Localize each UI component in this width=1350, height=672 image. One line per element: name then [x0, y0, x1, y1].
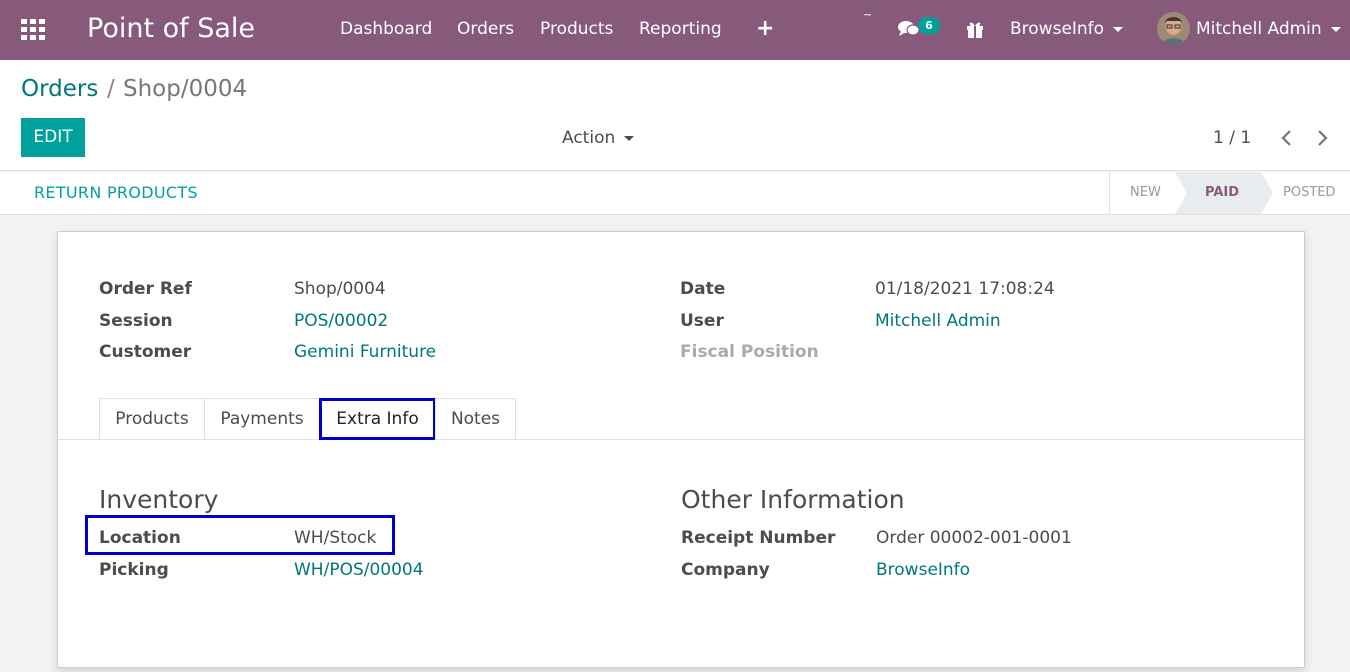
order-ref-value: Shop/0004: [294, 279, 386, 299]
location-highlight-box: [85, 515, 395, 555]
chevron-down-icon: [624, 135, 635, 141]
gift-icon[interactable]: [965, 19, 985, 39]
app-title: Point of Sale: [87, 13, 256, 44]
pager-value[interactable]: 1 / 1: [1213, 128, 1251, 148]
messages-count-badge: 6: [918, 17, 940, 34]
apps-menu-icon[interactable]: [21, 19, 45, 41]
breadcrumb-orders[interactable]: Orders: [21, 76, 98, 102]
user-menu[interactable]: Mitchell Admin: [1196, 19, 1341, 39]
chat-icon[interactable]: [898, 20, 920, 38]
session-link[interactable]: POS/00002: [294, 311, 388, 331]
inventory-heading: Inventory: [99, 485, 219, 514]
status-bar: RETURN PRODUCTS NEW PAID POSTED: [0, 172, 1350, 215]
breadcrumb-current: Shop/0004: [123, 76, 248, 102]
user-label: User: [680, 311, 724, 331]
picking-label: Picking: [99, 560, 169, 580]
picking-link[interactable]: WH/POS/00004: [294, 560, 424, 580]
customer-link[interactable]: Gemini Furniture: [294, 342, 436, 362]
edit-button[interactable]: EDIT: [21, 118, 85, 157]
control-panel: Orders / Shop/0004 EDIT Action 1 / 1: [0, 60, 1350, 171]
company-name: BrowseInfo: [1010, 19, 1105, 39]
menu-orders[interactable]: Orders: [457, 19, 514, 39]
user-link[interactable]: Mitchell Admin: [875, 311, 1001, 331]
status-paid-label: PAID: [1205, 185, 1240, 200]
chevron-down-icon: [1113, 26, 1124, 32]
chevron-left-icon[interactable]: [1278, 129, 1296, 147]
menu-products[interactable]: Products: [540, 19, 613, 39]
avatar[interactable]: [1157, 12, 1190, 45]
form-sheet: Order Ref Shop/0004 Session POS/00002 Cu…: [57, 231, 1305, 668]
fiscal-position-label: Fiscal Position: [680, 342, 819, 362]
chevron-right-icon[interactable]: [1313, 129, 1331, 147]
action-label: Action: [562, 128, 616, 148]
tab-extra-info[interactable]: Extra Info: [319, 398, 436, 440]
company-label: Company: [681, 560, 770, 580]
action-dropdown[interactable]: Action: [562, 128, 635, 148]
return-products-button[interactable]: RETURN PRODUCTS: [34, 183, 198, 202]
menu-reporting[interactable]: Reporting: [639, 19, 722, 39]
company-switcher[interactable]: BrowseInfo: [1010, 19, 1124, 39]
date-label: Date: [680, 279, 726, 299]
plus-icon[interactable]: +: [756, 16, 774, 41]
date-value: 01/18/2021 17:08:24: [875, 279, 1055, 299]
customer-label: Customer: [99, 342, 192, 362]
status-posted: POSTED: [1283, 185, 1336, 200]
menu-dashboard[interactable]: Dashboard: [340, 19, 432, 39]
breadcrumb-separator: /: [107, 76, 115, 102]
company-link[interactable]: BrowseInfo: [876, 560, 970, 580]
other-information-heading: Other Information: [681, 485, 905, 514]
tab-payments[interactable]: Payments: [204, 398, 320, 440]
tab-notes[interactable]: Notes: [435, 398, 516, 440]
session-label: Session: [99, 311, 173, 331]
receipt-number-label: Receipt Number: [681, 528, 836, 548]
receipt-number-value: Order 00002-001-0001: [876, 528, 1072, 548]
top-navbar: Point of Sale Dashboard Orders Products …: [0, 0, 1350, 60]
user-name: Mitchell Admin: [1196, 19, 1322, 39]
status-new: NEW: [1109, 172, 1175, 214]
order-ref-label: Order Ref: [99, 279, 192, 299]
tilde-mark: ~: [863, 8, 873, 21]
tab-products[interactable]: Products: [99, 398, 205, 440]
chevron-down-icon: [1330, 26, 1341, 32]
status-paid: PAID: [1175, 172, 1273, 214]
